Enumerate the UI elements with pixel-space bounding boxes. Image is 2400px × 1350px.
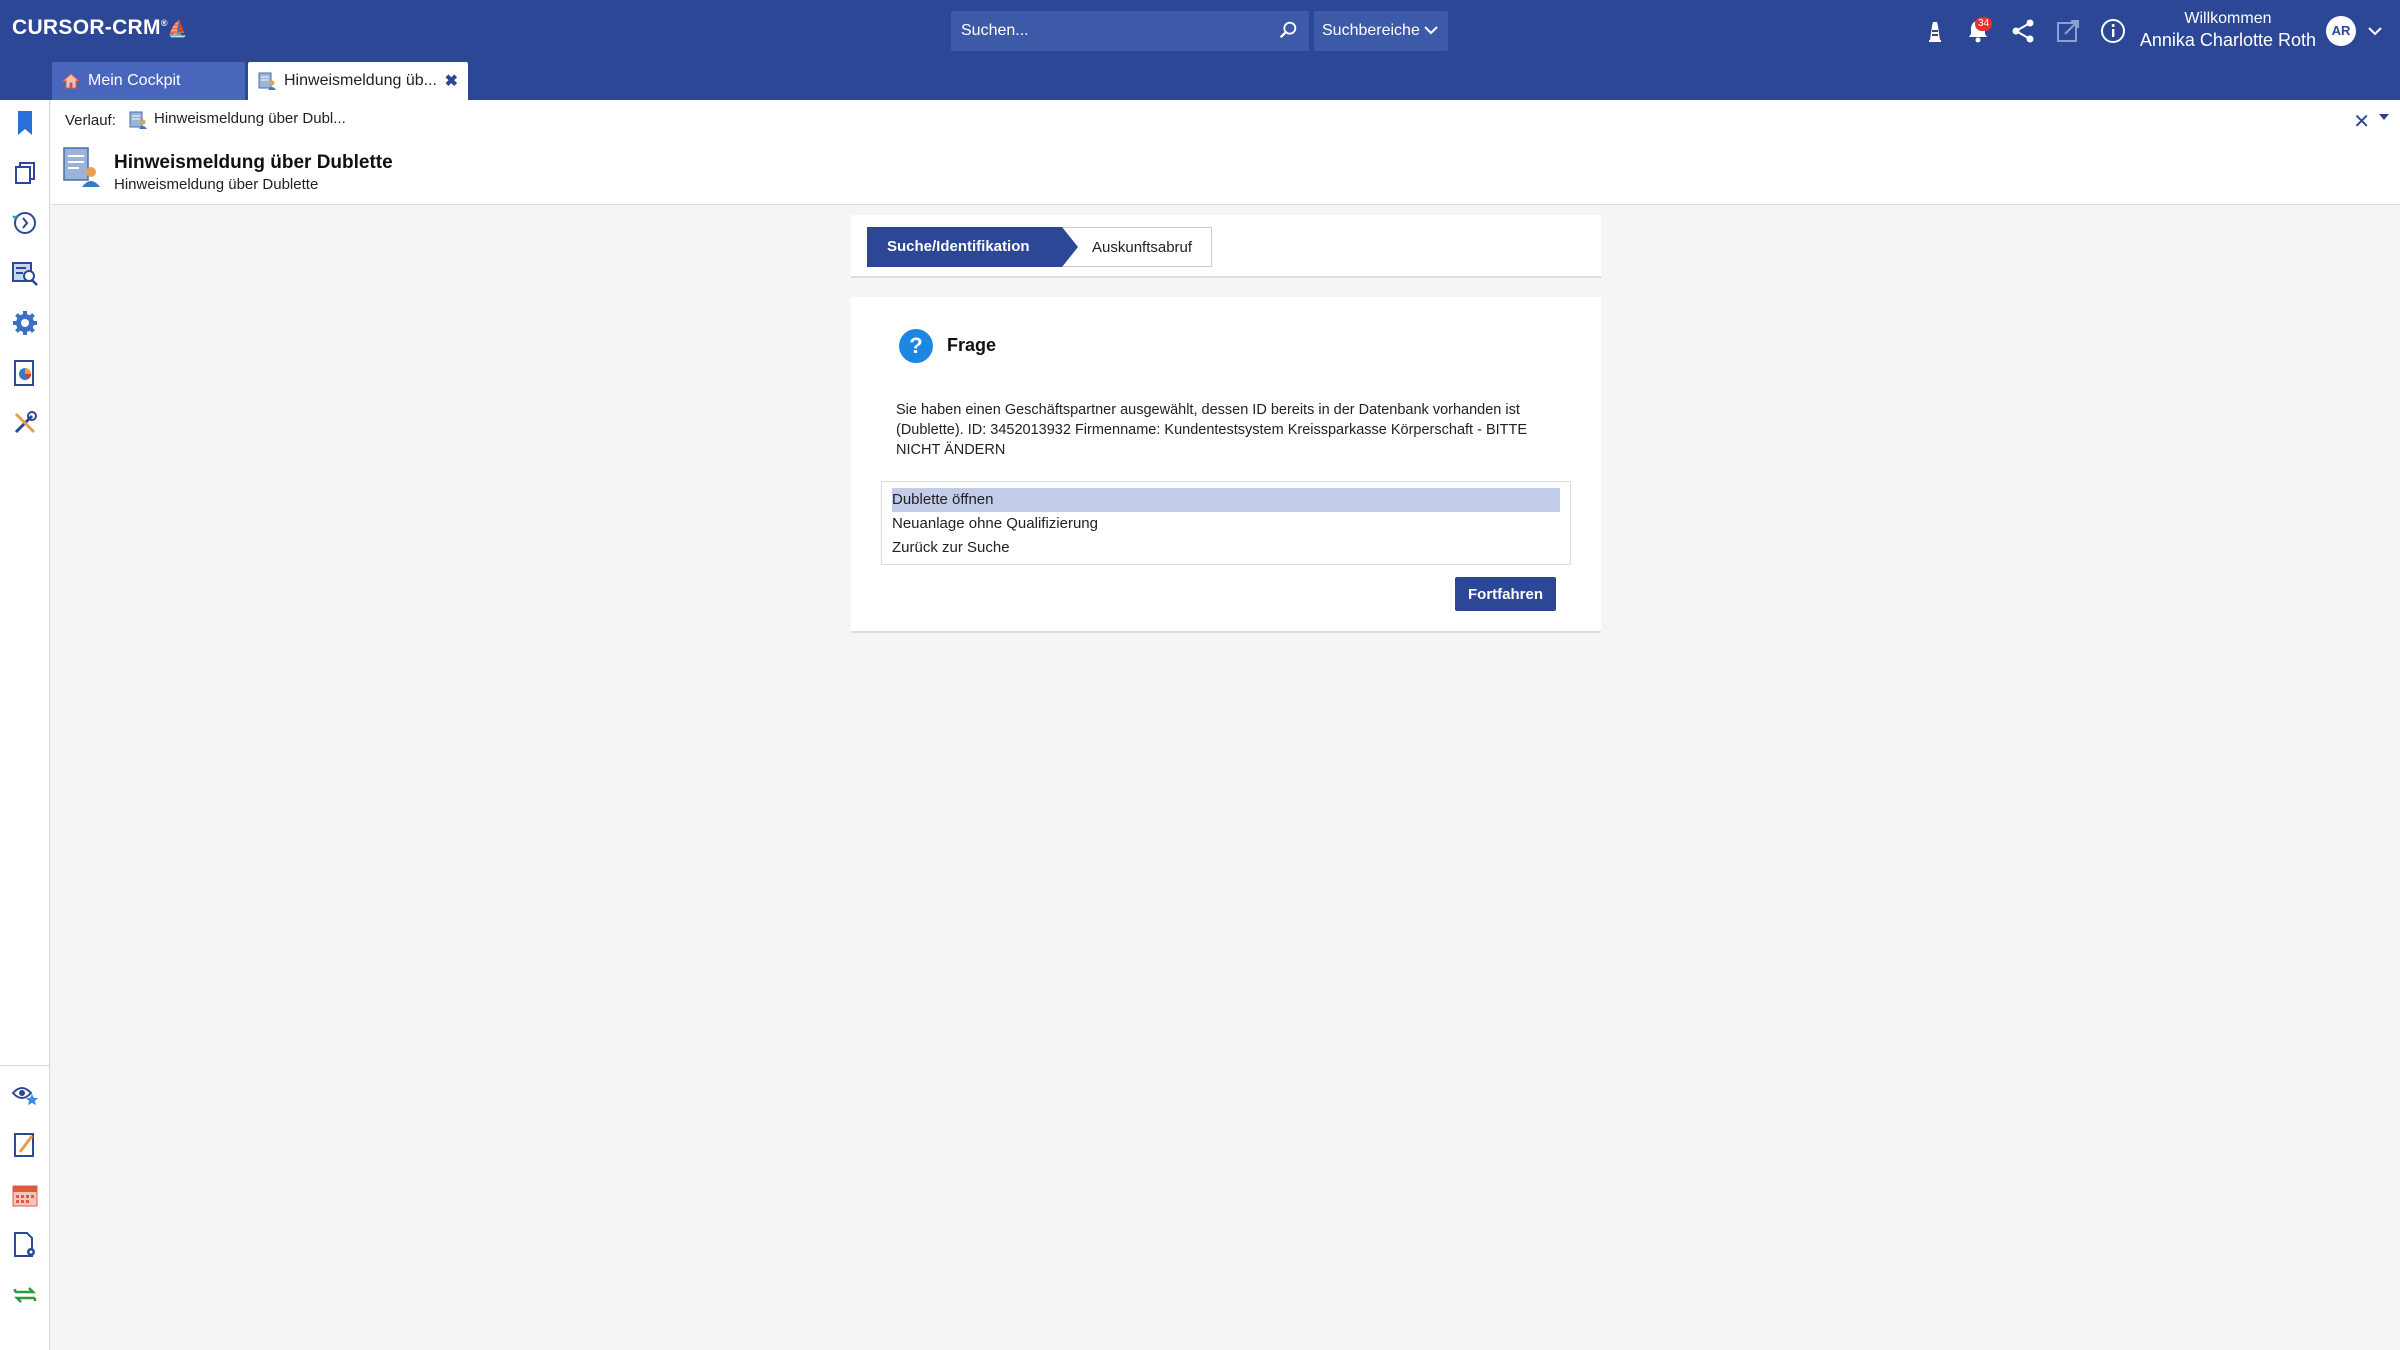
- search-areas-dropdown[interactable]: Suchbereiche: [1314, 11, 1448, 51]
- document-settings-icon[interactable]: [10, 1230, 40, 1260]
- edit-icon[interactable]: [10, 1130, 40, 1160]
- document-person-icon: [258, 72, 276, 90]
- dialog-message: Sie haben einen Geschäftspartner ausgewä…: [896, 402, 1528, 458]
- tab-hinweismeldung[interactable]: Hinweismeldung üb... ✖: [248, 62, 468, 100]
- tab-label: Mein Cockpit: [88, 72, 181, 89]
- notification-badge: 34: [1975, 17, 1993, 31]
- user-welcome[interactable]: Willkommen Annika Charlotte Roth: [2140, 10, 2316, 51]
- avatar[interactable]: AR: [2326, 16, 2356, 46]
- watch-star-icon[interactable]: [10, 1080, 40, 1110]
- info-icon[interactable]: [2098, 16, 2128, 46]
- close-tab-icon[interactable]: ✖: [445, 71, 458, 91]
- sidebar: [0, 100, 50, 1350]
- tab-mein-cockpit[interactable]: Mein Cockpit: [52, 62, 245, 100]
- history-icon[interactable]: [10, 208, 40, 238]
- top-bar: CURSOR-CRM®⛵ Suchen... Suchbereiche 34 W…: [0, 0, 2400, 100]
- document-person-icon: [129, 111, 147, 129]
- lighthouse-icon[interactable]: [1920, 16, 1950, 46]
- step-auskunftsabruf[interactable]: Auskunftsabruf: [1062, 227, 1212, 267]
- page-title: Hinweismeldung über Dublette: [114, 152, 393, 173]
- caret-down-icon[interactable]: [2378, 112, 2390, 122]
- sidebar-divider: [0, 1065, 50, 1066]
- question-dialog: ? Frage Sie haben einen Geschäftspartner…: [851, 297, 1601, 633]
- breadcrumb[interactable]: Hinweismeldung über Dubl...: [128, 110, 346, 129]
- option-list: Dublette öffnen Neuanlage ohne Qualifizi…: [881, 481, 1571, 565]
- copy-icon[interactable]: [10, 158, 40, 188]
- external-link-icon[interactable]: [2053, 16, 2083, 46]
- dialog-title: Frage: [947, 335, 997, 355]
- sync-icon[interactable]: [10, 1280, 40, 1310]
- step-arrow: [1062, 227, 1078, 267]
- search-icon[interactable]: [1277, 19, 1299, 41]
- page-header: Verlauf: Hinweismeldung über Dubl... ✕ H…: [51, 100, 2400, 205]
- search-placeholder: Suchen...: [961, 22, 1029, 39]
- user-name: Annika Charlotte Roth: [2139, 30, 2316, 50]
- calendar-icon[interactable]: [10, 1180, 40, 1210]
- app-logo-text: CURSOR-CRM: [12, 16, 161, 39]
- registered-mark: ®: [160, 18, 168, 28]
- history-label: Verlauf:: [65, 112, 116, 129]
- page-subtitle: Hinweismeldung über Dublette: [114, 176, 319, 193]
- bookmark-icon[interactable]: [10, 108, 40, 138]
- share-icon[interactable]: [2008, 16, 2038, 46]
- question-icon: ?: [899, 329, 933, 363]
- search-areas-label: Suchbereiche: [1322, 22, 1420, 39]
- home-icon: [61, 73, 81, 89]
- sail-icon: ⛵: [167, 21, 188, 38]
- option-open-duplicate[interactable]: Dublette öffnen: [892, 488, 1560, 512]
- search-input[interactable]: Suchen...: [951, 11, 1309, 51]
- document-person-icon: [63, 147, 100, 187]
- chevron-down-icon[interactable]: [2366, 22, 2384, 40]
- app-logo[interactable]: CURSOR-CRM®⛵: [12, 16, 188, 40]
- option-back-to-search[interactable]: Zurück zur Suche: [892, 536, 1560, 560]
- search-list-icon[interactable]: [10, 258, 40, 288]
- report-icon[interactable]: [10, 358, 40, 388]
- option-new-without-qualification[interactable]: Neuanlage ohne Qualifizierung: [892, 512, 1560, 536]
- welcome-label: Willkommen: [2184, 10, 2272, 27]
- tools-icon[interactable]: [10, 408, 40, 438]
- breadcrumb-item: Hinweismeldung über Dubl...: [154, 110, 346, 127]
- process-steps: Suche/Identifikation Auskunftsabruf: [851, 215, 1601, 278]
- step-search-identification[interactable]: Suche/Identifikation: [867, 227, 1062, 267]
- chevron-down-icon: [1424, 26, 1438, 35]
- gear-icon[interactable]: [10, 308, 40, 338]
- close-icon[interactable]: ✕: [2353, 109, 2370, 134]
- continue-button[interactable]: Fortfahren: [1455, 577, 1556, 611]
- tab-label: Hinweismeldung üb...: [284, 72, 437, 89]
